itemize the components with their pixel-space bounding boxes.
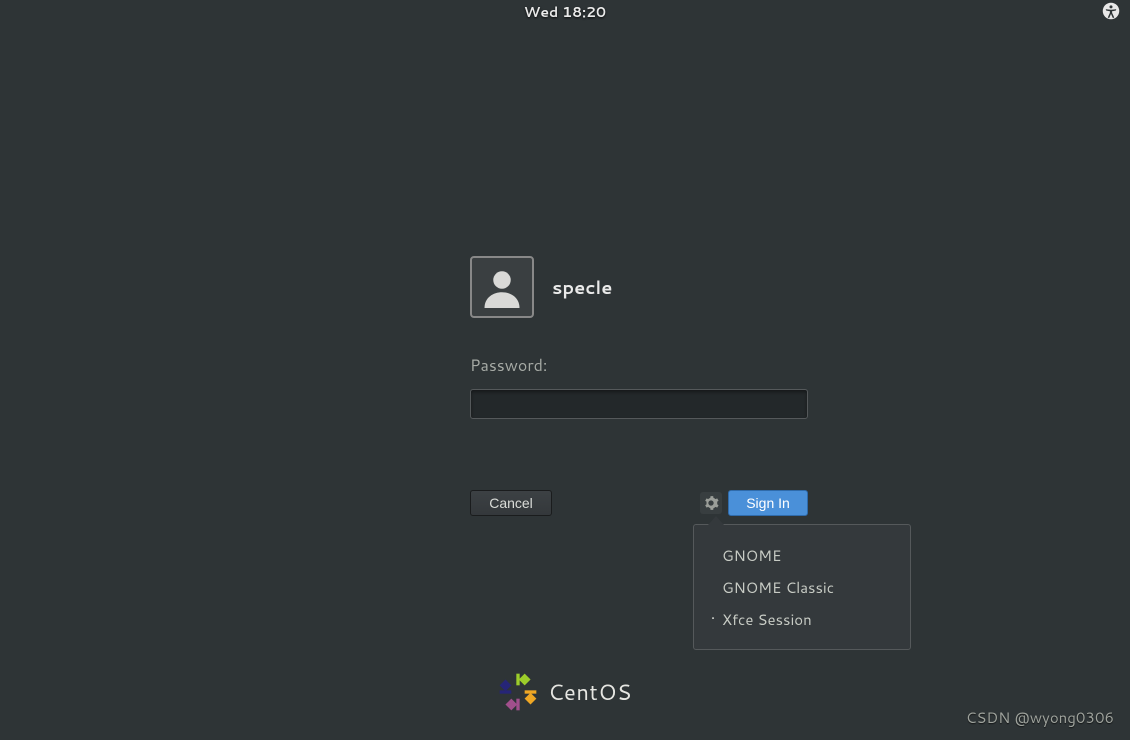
- session-gear-button[interactable]: [700, 492, 722, 514]
- bullet-icon: [704, 610, 722, 628]
- watermark-label: CSDN @wyong0306: [966, 707, 1114, 728]
- avatar: [470, 256, 534, 318]
- clock-label: Wed 18:20: [524, 2, 606, 22]
- button-row: Cancel Sign In: [470, 490, 808, 516]
- cancel-button[interactable]: Cancel: [470, 490, 552, 516]
- accessibility-icon[interactable]: [1102, 2, 1120, 20]
- session-item-gnome-classic[interactable]: GNOME Classic: [694, 571, 910, 603]
- user-row: specle: [470, 256, 810, 318]
- session-item-gnome[interactable]: GNOME: [694, 539, 910, 571]
- session-menu: GNOME GNOME Classic Xfce Session: [693, 524, 911, 650]
- session-item-label: GNOME: [722, 545, 781, 566]
- session-item-xfce[interactable]: Xfce Session: [694, 603, 910, 635]
- signin-button[interactable]: Sign In: [728, 490, 808, 516]
- top-bar: Wed 18:20: [0, 0, 1130, 24]
- brand-label: CentOS: [548, 677, 632, 708]
- brand-row: CentOS: [0, 672, 1130, 712]
- username-label: specle: [552, 274, 612, 300]
- session-item-label: GNOME Classic: [722, 577, 834, 598]
- password-input[interactable]: [470, 389, 808, 419]
- login-panel: specle Password:: [470, 256, 810, 419]
- password-label: Password:: [470, 354, 810, 377]
- centos-logo-icon: [498, 672, 538, 712]
- user-icon: [481, 266, 523, 308]
- gear-icon: [703, 495, 719, 511]
- session-item-label: Xfce Session: [722, 609, 812, 630]
